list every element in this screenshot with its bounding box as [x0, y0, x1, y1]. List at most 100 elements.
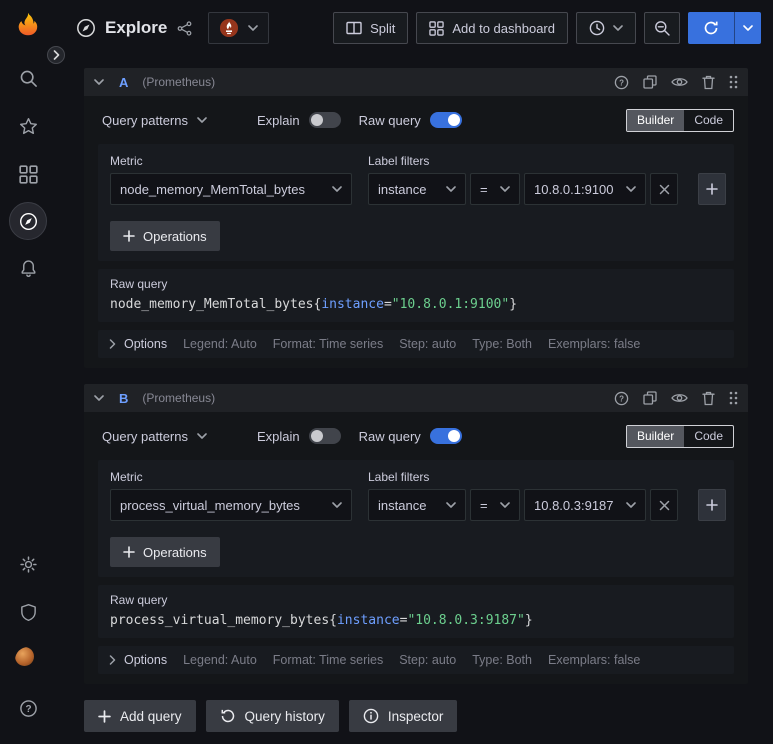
compass-icon [19, 212, 38, 231]
split-button[interactable]: Split [333, 12, 409, 44]
label-filter-value-select[interactable]: 10.8.0.1:9100 [524, 173, 646, 205]
raw-query-preview: Raw query process_virtual_memory_bytes{i… [98, 585, 734, 638]
label-filter-name-select[interactable]: instance [368, 489, 466, 521]
code-mode-button[interactable]: Code [684, 110, 733, 131]
inspector-button[interactable]: Inspector [348, 700, 458, 732]
duplicate-query-icon[interactable] [643, 75, 657, 89]
dashboards-grid-icon [18, 164, 38, 184]
promql-label-value: "10.8.0.3:9187" [407, 613, 525, 628]
sidebar-item-dashboards[interactable] [8, 154, 48, 194]
option-type: Type: Both [472, 653, 532, 667]
add-query-button[interactable]: Add query [84, 700, 196, 732]
query-history-button[interactable]: Query history [205, 700, 339, 732]
add-filter-button[interactable] [698, 489, 726, 521]
zoom-out-button[interactable] [644, 12, 680, 44]
sidebar-item-explore[interactable] [9, 202, 47, 240]
label-filter-operator-select[interactable]: = [470, 489, 520, 521]
sidebar-item-configuration[interactable] [8, 544, 48, 584]
label-filter-name-select[interactable]: instance [368, 173, 466, 205]
run-query-dropdown[interactable] [734, 12, 761, 44]
option-format: Format: Time series [272, 337, 384, 351]
query-patterns-dropdown[interactable]: Query patterns [98, 113, 211, 128]
query-ref-id: B [119, 390, 129, 406]
collapse-chevron-icon[interactable] [94, 79, 104, 85]
split-icon [346, 21, 362, 35]
secondary-actions: Add query Query history Inspector [84, 700, 748, 732]
zoom-out-icon [654, 20, 670, 36]
plus-icon [123, 230, 135, 242]
bell-icon [19, 259, 38, 278]
options-label: Options [124, 337, 168, 351]
add-filter-button[interactable] [698, 173, 726, 205]
chevron-right-icon [109, 655, 116, 665]
raw-query-expression: node_memory_MemTotal_bytes{instance="10.… [110, 297, 722, 312]
explain-toggle[interactable] [308, 112, 341, 128]
collapse-chevron-icon[interactable] [94, 395, 104, 401]
gear-icon [19, 555, 38, 574]
option-format: Format: Time series [272, 653, 384, 667]
time-picker-button[interactable] [576, 12, 636, 44]
remove-filter-button[interactable] [650, 173, 678, 205]
drag-handle-icon[interactable] [729, 391, 738, 405]
share-icon[interactable] [177, 20, 192, 36]
label-filter-name: instance [378, 497, 427, 513]
page-title: Explore [105, 18, 168, 37]
search-icon [19, 69, 38, 88]
hide-response-eye-icon[interactable] [671, 392, 688, 404]
remove-query-trash-icon[interactable] [702, 391, 715, 406]
query-options-collapsible[interactable]: Options Legend: Auto Format: Time series… [98, 646, 734, 674]
sidebar-item-alerting[interactable] [8, 248, 48, 288]
duplicate-query-icon[interactable] [643, 391, 657, 405]
add-to-dashboard-button[interactable]: Add to dashboard [416, 12, 568, 44]
raw-query-toggle[interactable] [429, 112, 462, 128]
builder-mode-button[interactable]: Builder [626, 425, 685, 447]
operations-label: Operations [143, 228, 207, 244]
explain-label: Explain [257, 428, 300, 444]
datasource-picker[interactable] [208, 12, 270, 44]
operations-button[interactable]: Operations [110, 221, 220, 251]
query-options-collapsible[interactable]: Options Legend: Auto Format: Time series… [98, 330, 734, 358]
label-filter-value-select[interactable]: 10.8.0.3:9187 [524, 489, 646, 521]
sidebar-item-starred[interactable] [8, 106, 48, 146]
query-row-header-a[interactable]: A (Prometheus) ? [84, 68, 748, 96]
remove-filter-button[interactable] [650, 489, 678, 521]
metric-label: Metric [110, 470, 143, 484]
metric-select[interactable]: process_virtual_memory_bytes [110, 489, 352, 521]
sidebar-expand-button[interactable] [47, 46, 65, 64]
plus-icon [98, 709, 111, 723]
option-exemplars: Exemplars: false [547, 653, 641, 667]
metric-select[interactable]: node_memory_MemTotal_bytes [110, 173, 352, 205]
remove-query-trash-icon[interactable] [702, 75, 715, 90]
refresh-icon [688, 12, 734, 44]
raw-query-preview-label: Raw query [110, 593, 168, 607]
label-filter-operator-select[interactable]: = [470, 173, 520, 205]
raw-query-toggle[interactable] [429, 428, 462, 444]
query-patterns-dropdown[interactable]: Query patterns [98, 429, 211, 444]
visual-query-builder: Metric node_memory_MemTotal_bytes Label … [98, 144, 734, 261]
sidebar-item-help[interactable]: ? [8, 688, 48, 728]
sidebar-item-search[interactable] [8, 58, 48, 98]
clock-icon [589, 20, 605, 36]
help-icon[interactable]: ? [614, 75, 629, 90]
help-icon[interactable]: ? [614, 391, 629, 406]
builder-mode-button[interactable]: Builder [626, 109, 685, 131]
metric-label: Metric [110, 154, 143, 168]
sidebar-item-profile[interactable] [8, 640, 48, 680]
query-datasource-name: (Prometheus) [142, 391, 216, 405]
code-mode-button[interactable]: Code [684, 426, 733, 447]
query-row-header-b[interactable]: B (Prometheus) ? [84, 384, 748, 412]
split-label: Split [370, 20, 396, 36]
drag-handle-icon[interactable] [729, 75, 738, 89]
promql-label-name: instance [336, 613, 400, 628]
explain-toggle[interactable] [308, 428, 341, 444]
hide-response-eye-icon[interactable] [671, 76, 688, 88]
run-query-button[interactable] [688, 12, 761, 44]
plus-icon [706, 183, 718, 195]
grafana-logo-icon[interactable] [13, 10, 43, 40]
metric-column: Metric process_virtual_memory_bytes [110, 470, 352, 521]
operations-button[interactable]: Operations [110, 537, 220, 567]
query-editor-row-a: A (Prometheus) ? Query patterns Explain … [84, 68, 748, 368]
query-row-actions: ? [614, 391, 738, 406]
sidebar-item-server-admin[interactable] [8, 592, 48, 632]
promql-metric: process_virtual_memory_bytes{ [110, 613, 337, 628]
